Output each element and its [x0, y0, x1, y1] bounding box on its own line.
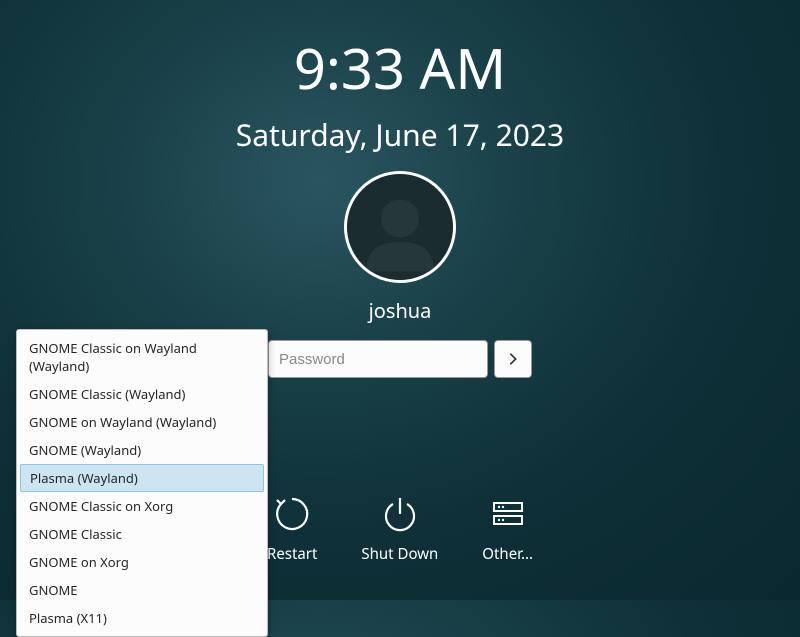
other-icon — [488, 494, 528, 534]
password-input[interactable] — [268, 340, 488, 378]
shutdown-button[interactable]: Shut Down — [361, 494, 438, 564]
other-button[interactable]: Other... — [482, 494, 533, 564]
session-item[interactable]: Plasma (X11) — [17, 604, 267, 632]
arrow-right-icon — [505, 351, 521, 367]
session-item[interactable]: GNOME Classic on Xorg — [17, 492, 267, 520]
other-label: Other... — [482, 544, 533, 564]
clock-date: Saturday, June 17, 2023 — [0, 114, 800, 155]
session-item[interactable]: GNOME Classic (Wayland) — [17, 380, 267, 408]
clock-time: 9:33 AM — [0, 30, 800, 106]
session-menu[interactable]: GNOME Classic on Wayland (Wayland) GNOME… — [16, 329, 268, 637]
user-icon — [347, 174, 453, 280]
restart-button[interactable]: Restart — [267, 494, 317, 564]
restart-icon — [272, 494, 312, 534]
session-item[interactable]: GNOME Classic — [17, 520, 267, 548]
clock-area: 9:33 AM Saturday, June 17, 2023 — [0, 0, 800, 155]
login-button[interactable] — [494, 340, 532, 378]
session-item[interactable]: GNOME (Wayland) — [17, 436, 267, 464]
session-item[interactable]: GNOME on Wayland (Wayland) — [17, 408, 267, 436]
power-icon — [380, 494, 420, 534]
restart-label: Restart — [267, 544, 317, 564]
username-label: joshua — [0, 297, 800, 324]
user-avatar[interactable] — [344, 171, 456, 283]
session-item[interactable]: GNOME on Xorg — [17, 548, 267, 576]
session-item-selected[interactable]: Plasma (Wayland) — [20, 464, 264, 492]
session-item[interactable]: GNOME Classic on Wayland (Wayland) — [17, 334, 267, 380]
shutdown-label: Shut Down — [361, 544, 438, 564]
